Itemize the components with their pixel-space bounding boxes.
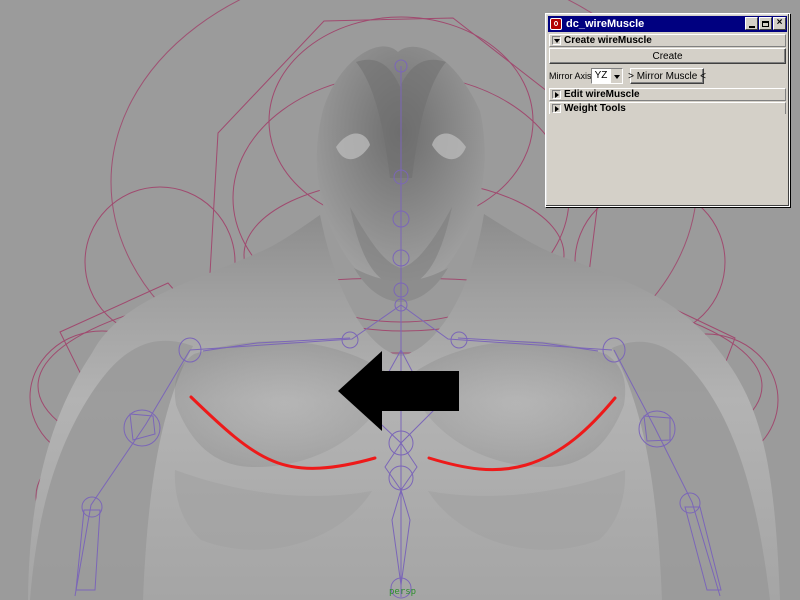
section-edit-wiremuscle[interactable]: Edit wireMuscle <box>549 88 786 101</box>
collapse-toggle[interactable] <box>552 104 561 113</box>
camera-label: persp <box>389 587 417 597</box>
expand-right-icon <box>555 91 559 98</box>
close-button[interactable]: × <box>773 17 786 30</box>
window-title: dc_wireMuscle <box>566 18 645 30</box>
section-label: Edit wireMuscle <box>564 89 640 100</box>
window-controls: × <box>745 17 786 30</box>
maximize-button[interactable] <box>759 17 772 30</box>
collapse-toggle[interactable] <box>552 90 561 99</box>
close-icon: × <box>776 17 783 28</box>
dropdown-triangle-icon <box>613 74 620 79</box>
collapse-toggle[interactable] <box>552 36 561 45</box>
expand-right-icon <box>555 105 559 112</box>
minimize-button[interactable] <box>745 17 758 30</box>
expand-down-icon <box>553 39 560 43</box>
section-label: Create wireMuscle <box>564 35 652 46</box>
mirror-row: Mirror Axis YZ > Mirror Muscle < <box>549 66 786 86</box>
mirror-axis-label: Mirror Axis <box>549 71 592 81</box>
window-content: Create wireMuscle Create Mirror Axis YZ … <box>546 32 789 115</box>
window-titlebar[interactable]: dc_wireMuscle × <box>548 16 787 32</box>
mirror-muscle-button[interactable]: > Mirror Muscle < <box>628 68 706 84</box>
dropdown-arrow-icon[interactable] <box>610 69 622 83</box>
window-empty-area <box>549 114 786 202</box>
maya-app-icon <box>550 18 562 30</box>
mirror-axis-dropdown[interactable]: YZ <box>591 68 623 84</box>
create-row: Create <box>549 48 786 64</box>
section-label: Weight Tools <box>564 103 626 114</box>
create-button[interactable]: Create <box>549 48 786 64</box>
section-create-wiremuscle[interactable]: Create wireMuscle <box>549 34 786 47</box>
minimize-icon <box>748 25 755 28</box>
dc-wiremuscle-window[interactable]: dc_wireMuscle × Create wireMuscle Create… <box>545 13 790 207</box>
mirror-axis-value[interactable]: YZ <box>592 69 610 83</box>
maximize-icon <box>762 20 769 27</box>
